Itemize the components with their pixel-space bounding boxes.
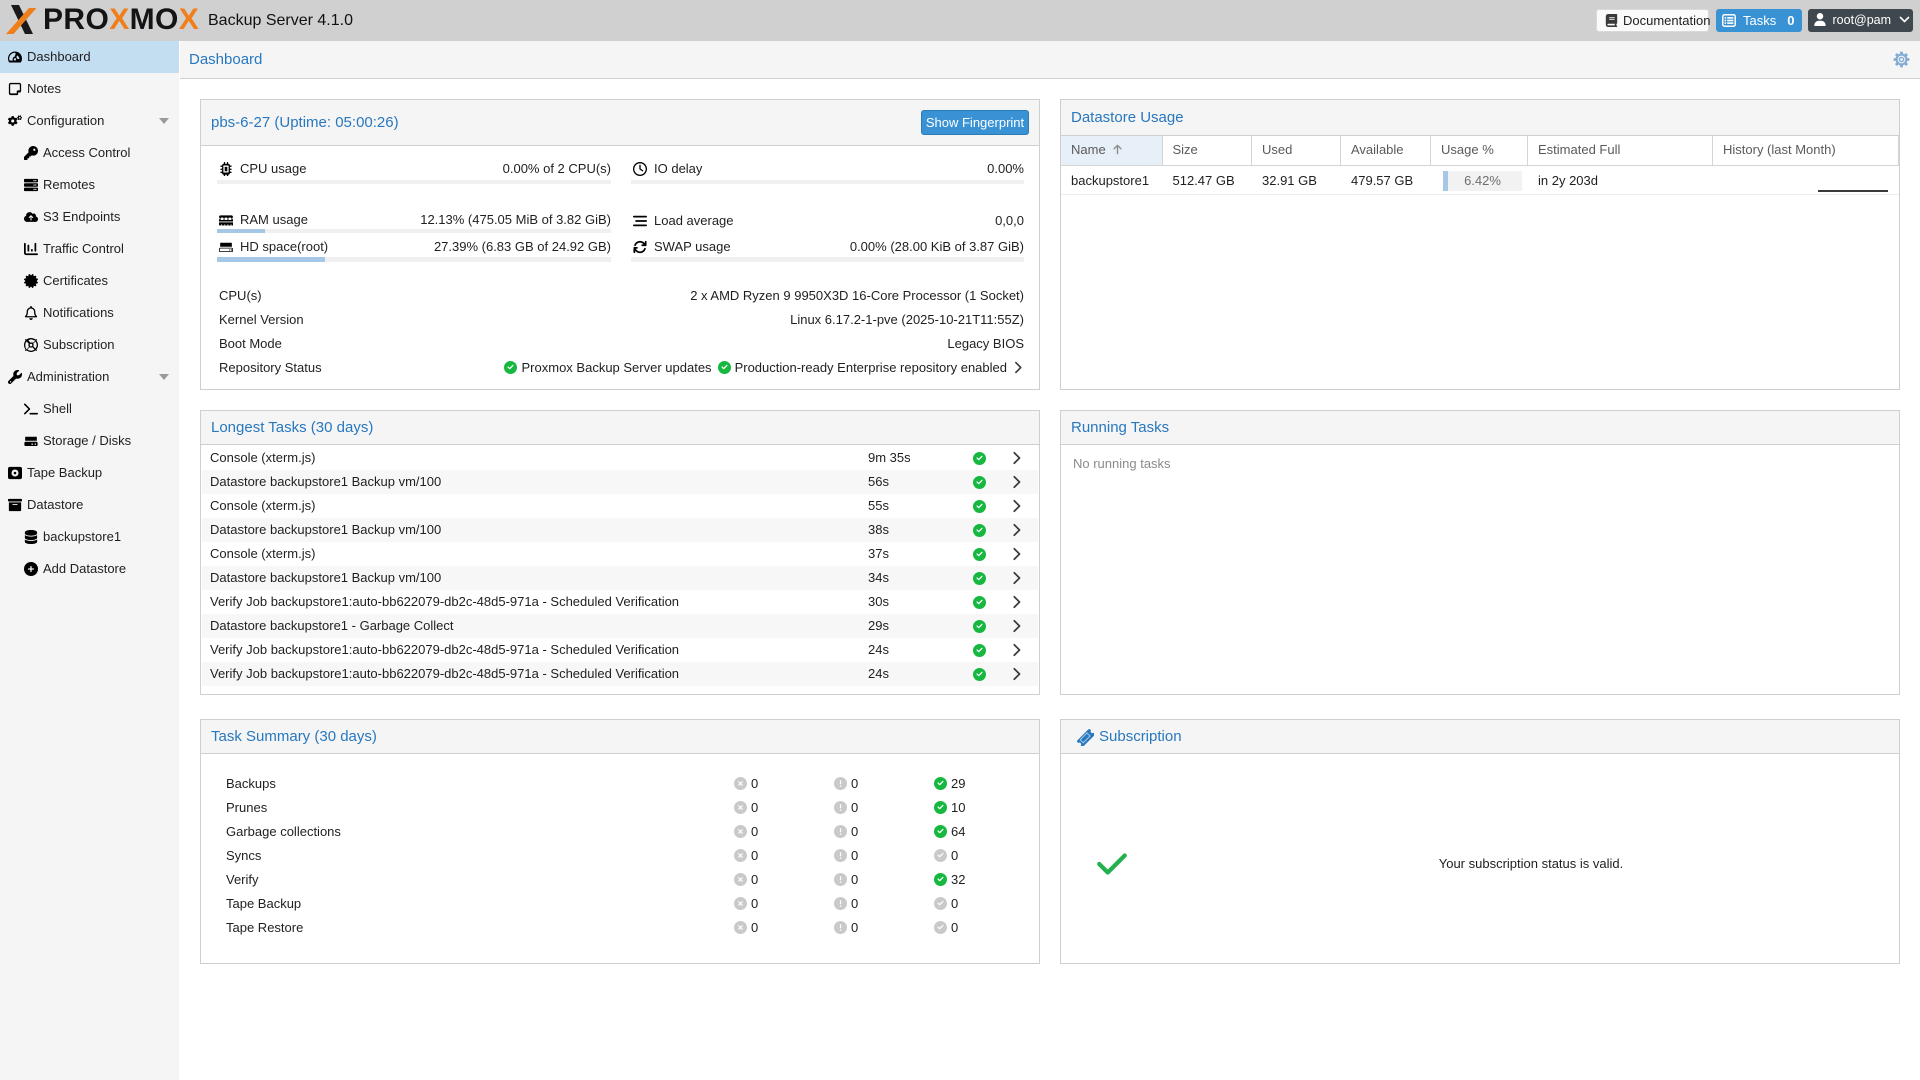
- svg-text:PROXMOX: PROXMOX: [43, 3, 199, 36]
